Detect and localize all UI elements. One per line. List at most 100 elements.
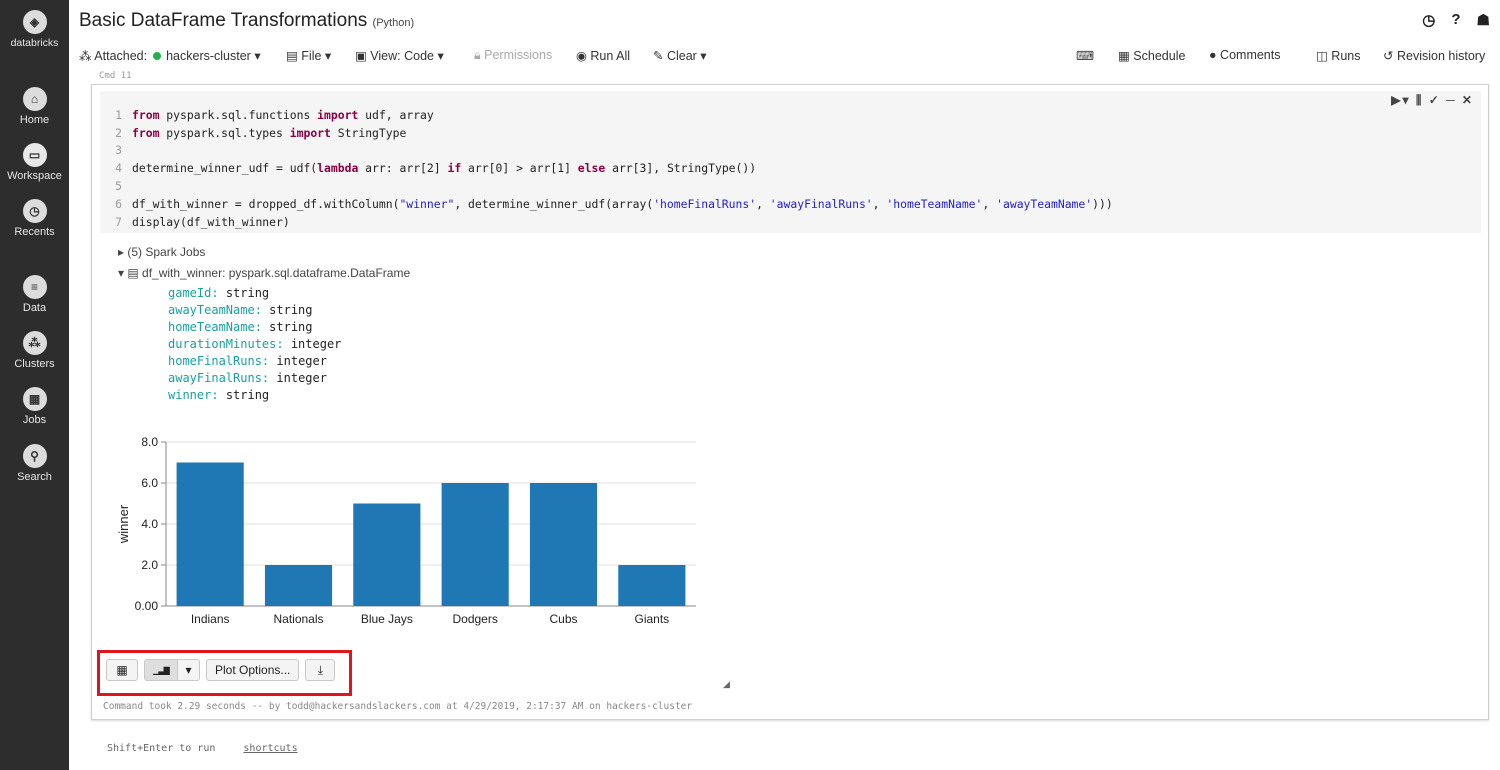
user-icon[interactable]: ☗: [1477, 11, 1490, 29]
code-line[interactable]: 7 display(df_with_winner): [100, 215, 290, 232]
spark-jobs-toggle[interactable]: ▸ (5) Spark Jobs: [118, 245, 205, 259]
code-token: StringType: [330, 126, 407, 140]
sidebar-item-clusters[interactable]: ⁂ Clusters: [0, 331, 69, 370]
schema-field-type: string: [225, 388, 270, 402]
cell-actions[interactable]: ▶▾ ⫼ ✓ ─ ✕: [1391, 93, 1474, 108]
permissions-button[interactable]: 🔒︎ Permissions: [474, 48, 552, 63]
database-icon: ≡: [22, 275, 47, 299]
code-line[interactable]: 1 from pyspark.sql.functions import udf, …: [100, 108, 434, 125]
clear-menu[interactable]: ✎ Clear ▾: [653, 48, 707, 63]
runs-button[interactable]: ◫ Runs: [1316, 48, 1360, 63]
cell-footer: Shift+Enter to run shortcuts: [107, 743, 298, 754]
code-token: lambda: [317, 161, 359, 175]
history-icon: ↺: [1383, 49, 1394, 63]
schema-field-type: string: [269, 303, 313, 317]
cluster-name: hackers-cluster ▾: [166, 49, 261, 63]
code-line[interactable]: 4 determine_winner_udf = udf(lambda arr: …: [100, 161, 756, 178]
y-tick-label: 6.0: [141, 476, 158, 490]
code-token: 'homeFinalRuns': [653, 197, 757, 211]
sidebar: ◈ databricks ⌂ Home ▭ Workspace ◷ Recent…: [0, 0, 69, 770]
revision-history-button[interactable]: ↺ Revision history: [1383, 48, 1485, 63]
file-menu-label: File ▾: [301, 49, 332, 63]
clusters-icon: ⁂: [22, 331, 47, 355]
code-token: ))): [1092, 197, 1113, 211]
code-line[interactable]: 2 from pyspark.sql.types import StringTyp…: [100, 126, 406, 143]
code-token: pyspark.sql.functions: [159, 108, 318, 122]
file-menu[interactable]: ▤ File ▾: [286, 48, 331, 63]
code-token: if: [447, 161, 462, 175]
schema-field: homeFinalRuns: integer: [168, 353, 341, 370]
code-editor[interactable]: 1 from pyspark.sql.functions import udf, …: [100, 91, 1481, 233]
schema-field-type: integer: [276, 354, 327, 368]
code-token: pyspark.sql.types: [159, 126, 290, 140]
sidebar-item-search[interactable]: ⚲ Search: [0, 444, 69, 483]
code-token: df_with_winner = dropped_df.withColumn(: [132, 197, 400, 211]
schema-field-type: integer: [276, 371, 327, 385]
code-token: ,: [982, 197, 997, 211]
schema-field-type: integer: [290, 337, 342, 351]
attached-cluster-menu[interactable]: ⁂ Attached: hackers-cluster ▾: [79, 48, 261, 63]
command-status: Command took 2.29 seconds -- by todd@hac…: [103, 701, 693, 712]
lock-icon: 🔒︎: [474, 48, 481, 62]
run-hint: Shift+Enter to run: [107, 743, 216, 754]
code-line[interactable]: 3: [100, 143, 132, 160]
view-menu-label: View: Code ▾: [370, 49, 444, 63]
bar-dodgers: [441, 483, 509, 606]
page-title[interactable]: Basic DataFrame Transformations (Python): [79, 10, 414, 32]
cluster-icon: ⁂: [79, 49, 92, 63]
bar-chart: 0.00 2.0 4.0 6.0 8.0 winner Indians Nationals Bl…: [116, 435, 696, 626]
code-token: 'awayTeamName': [996, 197, 1093, 211]
sidebar-item-recents[interactable]: ◷ Recents: [0, 199, 69, 238]
code-token: from: [132, 108, 160, 122]
runs-label: Runs: [1331, 49, 1361, 63]
sidebar-item-data[interactable]: ≡ Data: [0, 275, 69, 314]
sidebar-item-label: Search: [17, 471, 52, 483]
schema-field-type: string: [269, 320, 313, 334]
x-tick-label: Nationals: [273, 612, 323, 626]
keyboard-shortcuts-button[interactable]: ⌨: [1076, 48, 1094, 63]
notebook-cell[interactable]: 1 from pyspark.sql.functions import udf, …: [91, 84, 1489, 720]
sidebar-item-workspace[interactable]: ▭ Workspace: [0, 143, 69, 182]
shortcuts-link[interactable]: shortcuts: [243, 743, 297, 754]
sidebar-item-jobs[interactable]: ▦ Jobs: [0, 387, 69, 426]
clock-icon[interactable]: ◷: [1422, 11, 1435, 29]
resize-handle-icon[interactable]: ◢: [723, 679, 730, 690]
folder-icon: ▭: [22, 143, 47, 167]
schema-field: awayTeamName: string: [168, 302, 341, 319]
code-token: arr[3], StringType()): [605, 161, 757, 175]
runs-icon: ◫: [1316, 49, 1328, 63]
y-tick-label: 0.00: [135, 599, 159, 613]
schema-field-type: string: [225, 286, 270, 300]
x-tick-label: Blue Jays: [361, 612, 413, 626]
run-all-button[interactable]: ◉ Run All: [576, 48, 630, 63]
clear-menu-label: Clear ▾: [666, 49, 707, 63]
schema-field-name: winner:: [168, 388, 219, 402]
code-line[interactable]: 6 df_with_winner = dropped_df.withColumn(…: [100, 197, 1113, 214]
y-tick-label: 2.0: [141, 558, 158, 572]
code-line[interactable]: 5: [100, 179, 132, 196]
line-number: 3: [115, 143, 122, 157]
y-axis-label: winner: [116, 504, 131, 544]
sidebar-item-label: Data: [22, 302, 47, 314]
code-token: arr: arr[2]: [358, 161, 448, 175]
help-icon[interactable]: ?: [1451, 11, 1460, 29]
comments-button[interactable]: ● Comments: [1209, 48, 1280, 62]
run-all-label: Run All: [590, 49, 631, 63]
code-token: "winner": [399, 197, 455, 211]
notebook-toolbar: ⁂ Attached: hackers-cluster ▾ ▤ File ▾ ▣…: [79, 48, 1486, 66]
schedule-button[interactable]: ▦ Schedule: [1118, 48, 1185, 63]
bar-indians: [176, 462, 244, 606]
dataframe-schema-toggle[interactable]: ▾ ▤ df_with_winner: pyspark.sql.datafram…: [118, 266, 410, 280]
x-tick-label: Cubs: [549, 612, 577, 626]
y-tick-label: 8.0: [141, 435, 158, 449]
schema-field-name: durationMinutes:: [168, 337, 284, 351]
databricks-logo[interactable]: ◈ databricks: [0, 10, 69, 49]
bar-nationals: [264, 565, 333, 606]
sidebar-item-home[interactable]: ⌂ Home: [0, 87, 69, 126]
eraser-icon: ✎: [653, 49, 664, 63]
notebook-title[interactable]: Basic DataFrame Transformations: [79, 10, 367, 31]
code-token: from: [132, 126, 160, 140]
view-menu[interactable]: ▣ View: Code ▾: [355, 48, 444, 63]
schema-field: awayFinalRuns: integer: [168, 370, 341, 387]
schema-field: winner: string: [168, 387, 341, 404]
